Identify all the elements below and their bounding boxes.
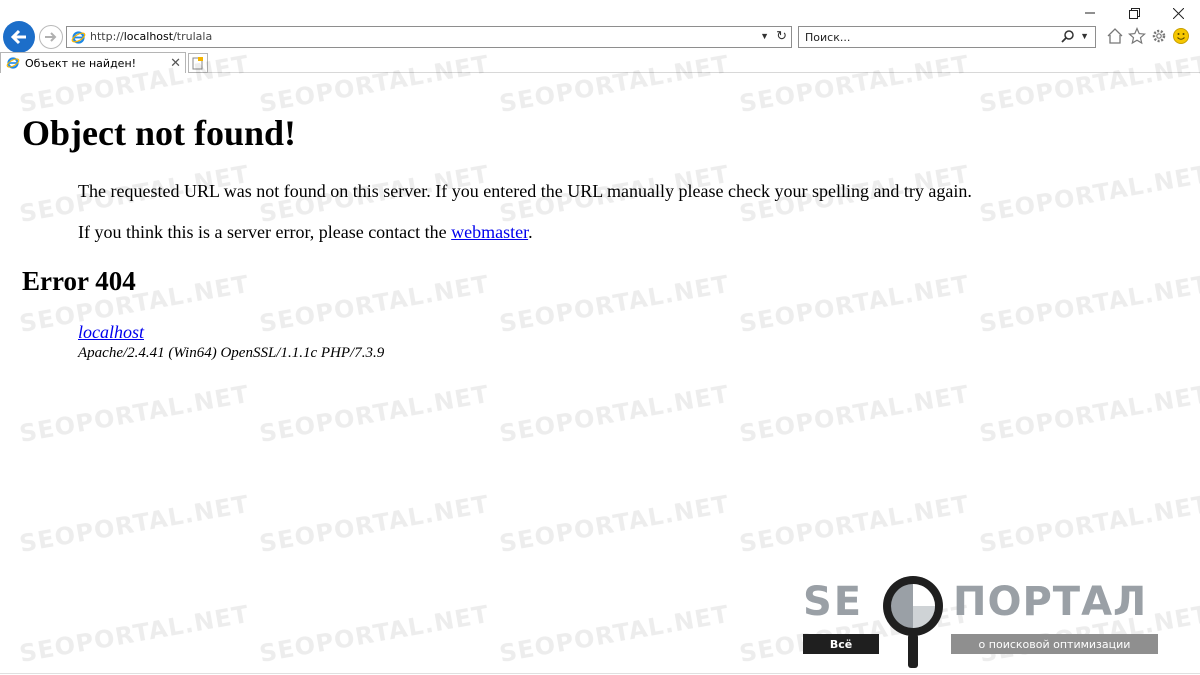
- logo-subtitle-left: Всё: [803, 634, 879, 654]
- address-bar[interactable]: http://localhost/trulala ▼ ↻: [66, 26, 792, 48]
- dropdown-icon[interactable]: ▼: [760, 31, 769, 41]
- browser-chrome: http://localhost/trulala ▼ ↻ ▼: [0, 0, 1200, 74]
- back-arrow-icon: [10, 29, 26, 45]
- logo-text-right: ПОРТАЛ: [953, 579, 1148, 625]
- localhost-link[interactable]: localhost: [78, 322, 144, 342]
- server-address: localhost Apache/2.4.41 (Win64) OpenSSL/…: [78, 321, 1172, 363]
- watermark-text: SEOPORTAL.NET: [17, 599, 252, 669]
- search-input[interactable]: [799, 27, 1055, 47]
- watermark-text: SEOPORTAL.NET: [737, 379, 972, 449]
- watermark-text: SEOPORTAL.NET: [497, 379, 732, 449]
- error-code-heading: Error 404: [22, 266, 136, 296]
- toolbar-icons: [1106, 27, 1190, 45]
- refresh-icon[interactable]: ↻: [776, 28, 787, 44]
- tab-title: Объект не найден!: [25, 57, 137, 70]
- settings-gear-icon[interactable]: [1150, 27, 1168, 45]
- tab-divider: [208, 72, 1200, 73]
- ie-logo-icon: [71, 31, 86, 44]
- search-dropdown-icon[interactable]: ▼: [1080, 31, 1089, 41]
- tab-active[interactable]: Объект не найден! ✕: [0, 52, 186, 73]
- logo-subtitle-right: о поисковой оптимизации: [951, 634, 1158, 654]
- seoportal-logo: SE ПОРТАЛ Всё о поисковой оптимизации: [803, 570, 1183, 670]
- forward-button[interactable]: [39, 25, 63, 49]
- watermark-text: SEOPORTAL.NET: [17, 489, 252, 559]
- page-content: Object not found! The requested URL was …: [22, 112, 1172, 363]
- new-tab-icon[interactable]: [188, 53, 208, 73]
- tab-bar: Объект не найден! ✕: [0, 52, 1200, 73]
- webmaster-link[interactable]: webmaster: [451, 222, 528, 242]
- page-title: Object not found!: [22, 113, 297, 153]
- watermark-text: SEOPORTAL.NET: [497, 489, 732, 559]
- watermark-text: SEOPORTAL.NET: [257, 379, 492, 449]
- error-message: The requested URL was not found on this …: [78, 181, 972, 201]
- minimize-icon[interactable]: [1068, 0, 1112, 26]
- ie-logo-icon: [6, 57, 20, 69]
- watermark-text: SEOPORTAL.NET: [17, 379, 252, 449]
- tab-close-icon[interactable]: ✕: [170, 55, 181, 71]
- watermark-text: SEOPORTAL.NET: [977, 379, 1200, 449]
- window-controls: [1068, 0, 1200, 26]
- contact-message: If you think this is a server error, ple…: [78, 221, 1172, 243]
- search-icon[interactable]: [1061, 29, 1075, 43]
- favorites-star-icon[interactable]: [1128, 27, 1146, 45]
- magnifier-logo-icon: [883, 576, 943, 668]
- contact-text-end: .: [528, 222, 533, 242]
- watermark-text: SEOPORTAL.NET: [737, 489, 972, 559]
- server-signature: Apache/2.4.41 (Win64) OpenSSL/1.1.1c PHP…: [78, 345, 385, 361]
- bottom-divider: [0, 673, 1200, 674]
- feedback-smiley-icon[interactable]: [1172, 27, 1190, 45]
- search-box[interactable]: ▼: [798, 26, 1096, 48]
- forward-arrow-icon: [45, 32, 57, 42]
- watermark-text: SEOPORTAL.NET: [257, 599, 492, 669]
- close-icon[interactable]: [1156, 0, 1200, 26]
- back-button[interactable]: [3, 21, 35, 53]
- address-url: http://localhost/trulala: [90, 30, 213, 43]
- restore-icon[interactable]: [1112, 0, 1156, 26]
- watermark-text: SEOPORTAL.NET: [497, 599, 732, 669]
- contact-text: If you think this is a server error, ple…: [78, 222, 452, 242]
- logo-text-left: SE: [803, 579, 864, 625]
- home-icon[interactable]: [1106, 27, 1124, 45]
- watermark-text: SEOPORTAL.NET: [257, 489, 492, 559]
- watermark-text: SEOPORTAL.NET: [977, 489, 1200, 559]
